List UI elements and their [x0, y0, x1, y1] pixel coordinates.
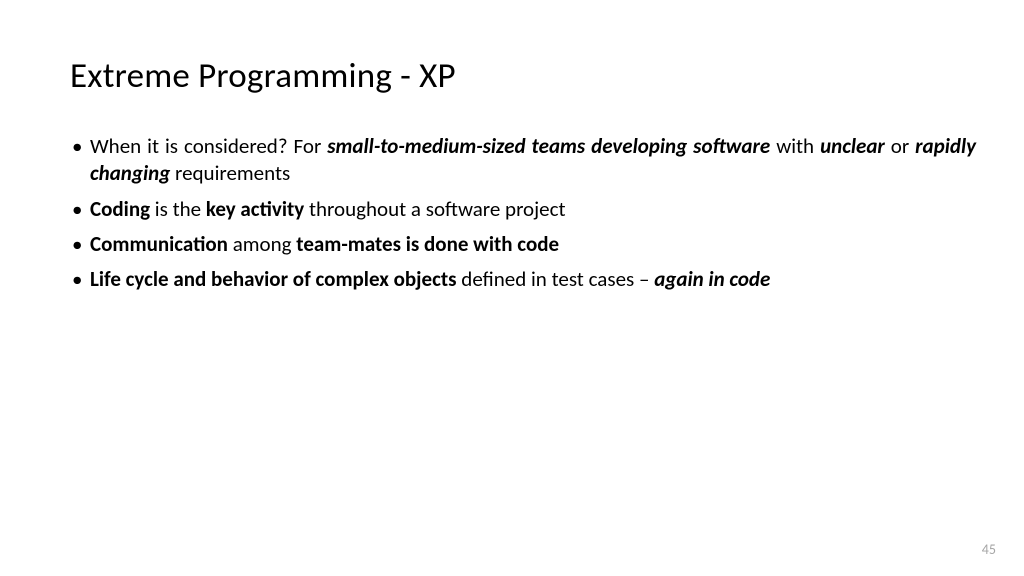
text-run-bold: key activity [206, 196, 304, 222]
slide-title: Extreme Programming - XP [70, 55, 976, 97]
text-run-bold-italic: small-to-medium-sized teams developing s… [327, 133, 770, 159]
text-run: among [228, 231, 296, 257]
bullet-list: When it is considered? For small-to-medi… [70, 133, 976, 293]
text-run-bold: Life cycle and behavior of complex objec… [90, 266, 457, 292]
text-run: throughout a software project [304, 196, 565, 222]
bullet-item: When it is considered? For small-to-medi… [72, 133, 976, 188]
page-number: 45 [982, 541, 996, 558]
text-run: defined in test cases – [457, 266, 655, 292]
text-run-bold-italic: unclear [820, 133, 885, 159]
text-run-bold: team-mates is done with code [296, 231, 559, 257]
text-run: is the [150, 196, 206, 222]
bullet-item: Coding is the key activity throughout a … [72, 196, 976, 223]
bullet-item: Life cycle and behavior of complex objec… [72, 266, 976, 293]
text-run: When it is considered? For [90, 133, 327, 159]
slide: Extreme Programming - XP When it is cons… [0, 0, 1024, 576]
text-run-bold: Communication [90, 231, 228, 257]
text-run-bold: Coding [90, 196, 150, 222]
text-run-bold-italic: again in code [654, 266, 770, 292]
bullet-item: Communication among team-mates is done w… [72, 231, 976, 258]
text-run: with [770, 133, 820, 159]
text-run: requirements [170, 160, 290, 186]
text-run: or [885, 133, 915, 159]
